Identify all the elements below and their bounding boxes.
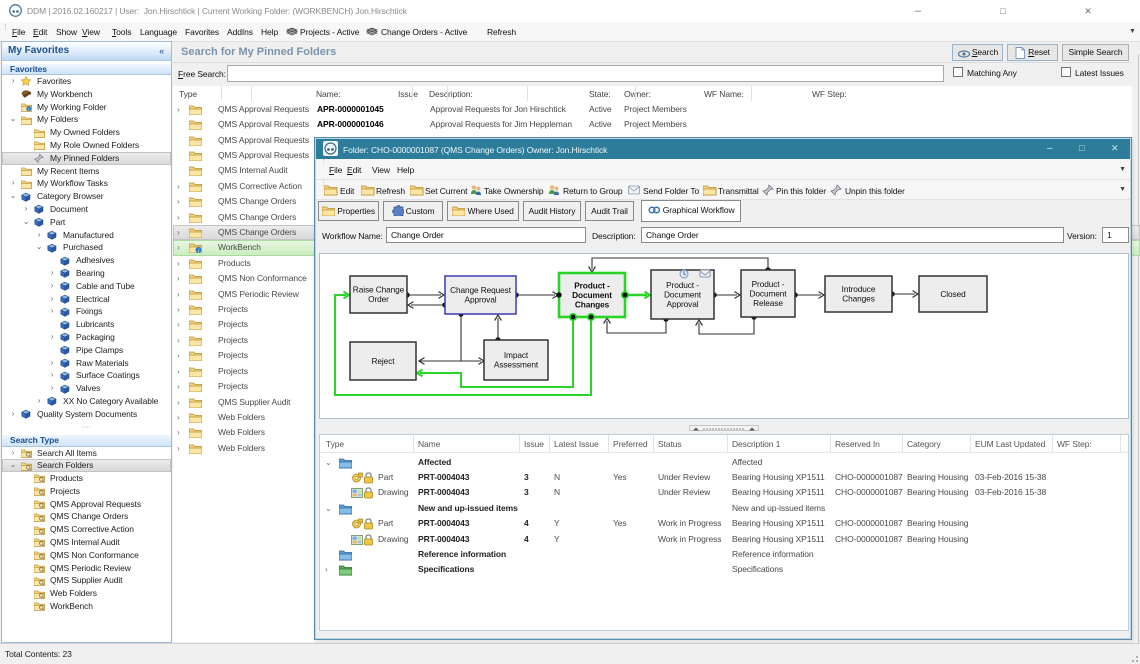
svg-text:Order: Order — [368, 294, 389, 304]
svg-text:Reject: Reject — [372, 356, 396, 366]
svg-text:Release: Release — [753, 298, 783, 308]
svg-text:Product -: Product - — [752, 279, 785, 289]
svg-text:Document: Document — [749, 288, 787, 298]
svg-text:Changes: Changes — [575, 299, 610, 309]
svg-text:Introduce: Introduce — [842, 284, 876, 294]
svg-text:Document: Document — [664, 289, 702, 299]
svg-text:Closed: Closed — [940, 289, 966, 299]
svg-text:Impact: Impact — [504, 350, 529, 360]
svg-text:Approval: Approval — [667, 299, 699, 309]
svg-text:Change Request: Change Request — [450, 285, 512, 295]
svg-text:Changes: Changes — [842, 294, 875, 304]
svg-text:Approval: Approval — [465, 295, 497, 305]
svg-text:Raise Change: Raise Change — [353, 285, 405, 295]
svg-text:Document: Document — [572, 290, 612, 300]
svg-text:Product -: Product - — [574, 280, 610, 290]
svg-text:Assessment: Assessment — [494, 360, 539, 370]
svg-text:Product -: Product - — [666, 280, 699, 290]
